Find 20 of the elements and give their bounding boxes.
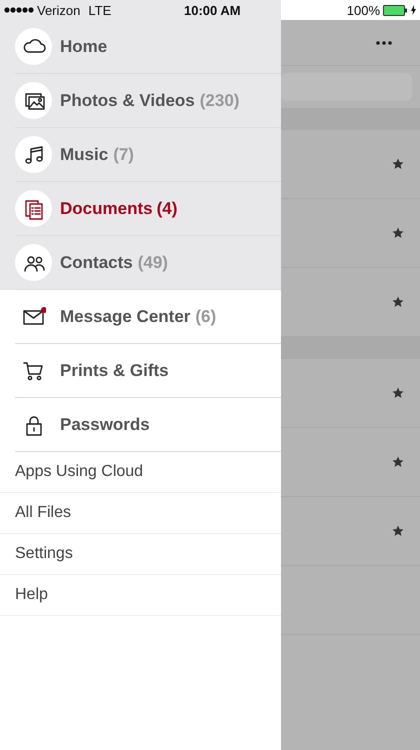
menu-item[interactable]: Prints & Gifts [15,344,281,398]
menu-item[interactable]: Contacts (49) [15,236,281,290]
menu-item[interactable]: Help [0,575,281,616]
signal-icon [4,7,34,13]
menu-item[interactable]: Home [15,20,281,74]
menu-item[interactable]: Apps Using Cloud [0,452,281,493]
menu-item[interactable]: Photos & Videos (230) [15,74,281,128]
menu-item[interactable]: Passwords [15,398,281,452]
battery-icon [383,4,408,16]
menu-item[interactable]: Documents (4) [15,182,281,236]
menu-item[interactable]: All Files [0,493,281,534]
network-type: LTE [88,2,112,18]
more-icon [376,40,392,44]
menu-item[interactable]: Message Center (6) [15,290,281,344]
menu-item[interactable]: Settings [0,534,281,575]
carrier-name: Verizon [37,2,80,18]
battery-percent: 100% [346,2,380,18]
charging-icon [411,5,416,15]
clock-time: 10:00 AM [184,2,241,18]
menu-item[interactable]: Music (7) [15,128,281,182]
